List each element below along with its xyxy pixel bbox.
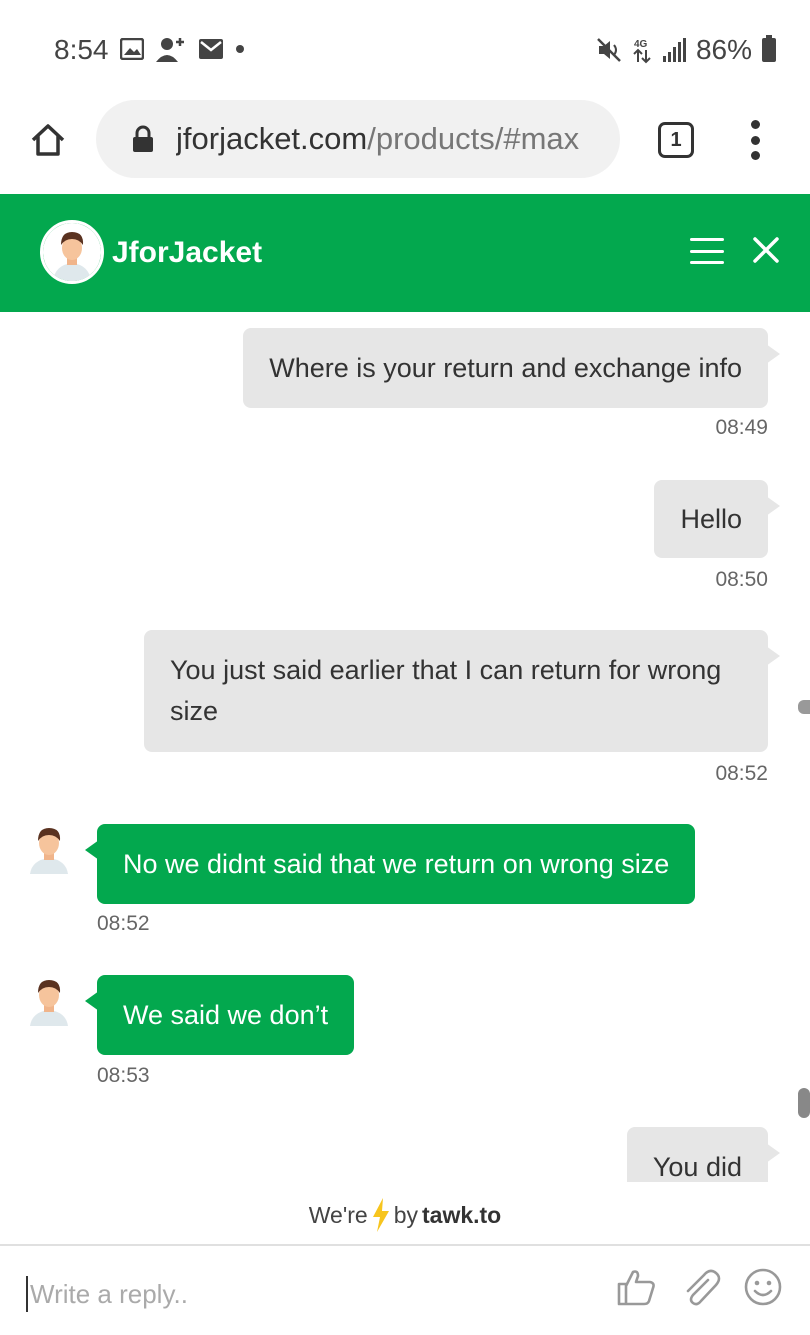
scrollbar-thumb[interactable] xyxy=(798,1088,810,1118)
message-bubble: Hello xyxy=(654,480,780,558)
message-time: 08:52 xyxy=(715,762,768,785)
battery-icon xyxy=(762,35,776,62)
dot-icon xyxy=(236,45,244,53)
message-bubble: We said we don’t xyxy=(84,975,355,1055)
reply-input[interactable] xyxy=(26,1276,586,1312)
message-time: 08:49 xyxy=(715,416,768,439)
lightning-icon xyxy=(372,1198,389,1232)
add-contact-icon xyxy=(156,38,184,62)
home-icon[interactable] xyxy=(28,120,68,160)
system-icons: 4G 86% xyxy=(596,34,776,66)
powered-prefix: We're xyxy=(308,1201,368,1228)
chat-menu-icon[interactable] xyxy=(690,238,724,264)
message-agent: We said we don’t xyxy=(84,975,355,1055)
message-time: 08:53 xyxy=(97,1064,150,1087)
message-list[interactable]: Where is your return and exchange info 0… xyxy=(0,312,810,1182)
status-time: 8:54 xyxy=(54,34,109,65)
message-bubble: You just said earlier that I can return … xyxy=(144,630,780,752)
chat-header: JforJacket xyxy=(0,194,810,312)
message-bubble: Where is your return and exchange info xyxy=(243,328,780,408)
thumbs-up-icon[interactable] xyxy=(616,1266,658,1308)
message-time: 08:52 xyxy=(97,912,150,935)
scrollbar-marker[interactable] xyxy=(798,700,810,714)
lock-icon xyxy=(133,125,153,152)
emoji-icon[interactable] xyxy=(742,1266,784,1308)
message-visitor: You just said earlier that I can return … xyxy=(144,630,780,752)
mail-icon xyxy=(199,39,223,59)
message-visitor: Hello xyxy=(654,480,780,558)
message-bubble: No we didnt said that we return on wrong… xyxy=(84,824,696,904)
agent-avatar xyxy=(30,980,68,1026)
paperclip-icon[interactable] xyxy=(680,1266,722,1308)
message-bubble: You did xyxy=(626,1127,781,1182)
url-host: jforjacket.com xyxy=(176,121,368,156)
address-bar[interactable]: jforjacket.com/products/#max xyxy=(96,100,620,178)
mute-icon xyxy=(597,38,621,62)
brand-link[interactable]: tawk.to xyxy=(422,1202,501,1229)
browser-toolbar: jforjacket.com/products/#max 1 xyxy=(0,100,810,194)
status-bar: 8:54 4G 86% xyxy=(0,0,810,100)
message-time: 08:50 xyxy=(715,568,768,591)
url-path: /products/#max xyxy=(367,121,580,156)
agent-name: JforJacket xyxy=(112,236,263,269)
message-agent: No we didnt said that we return on wrong… xyxy=(84,824,696,904)
image-icon xyxy=(120,38,144,60)
powered-by-label: by xyxy=(393,1201,418,1228)
agent-avatar xyxy=(40,220,104,284)
url-text: jforjacket.com/products/#max xyxy=(176,121,602,157)
battery-percentage: 86% xyxy=(695,34,752,65)
reply-bar xyxy=(0,1246,810,1335)
notification-icons xyxy=(120,36,244,62)
message-visitor: Where is your return and exchange info xyxy=(243,328,780,408)
agent-avatar xyxy=(30,828,68,874)
tab-switcher-button[interactable]: 1 xyxy=(658,122,694,158)
powered-by: We're by tawk.to xyxy=(0,1196,810,1234)
close-icon[interactable] xyxy=(752,236,780,264)
more-options-icon[interactable] xyxy=(748,120,762,160)
signal-icon xyxy=(662,38,686,62)
svg-text:4G: 4G xyxy=(634,39,648,50)
message-visitor: You did xyxy=(626,1127,781,1182)
data-icon: 4G xyxy=(633,39,651,64)
